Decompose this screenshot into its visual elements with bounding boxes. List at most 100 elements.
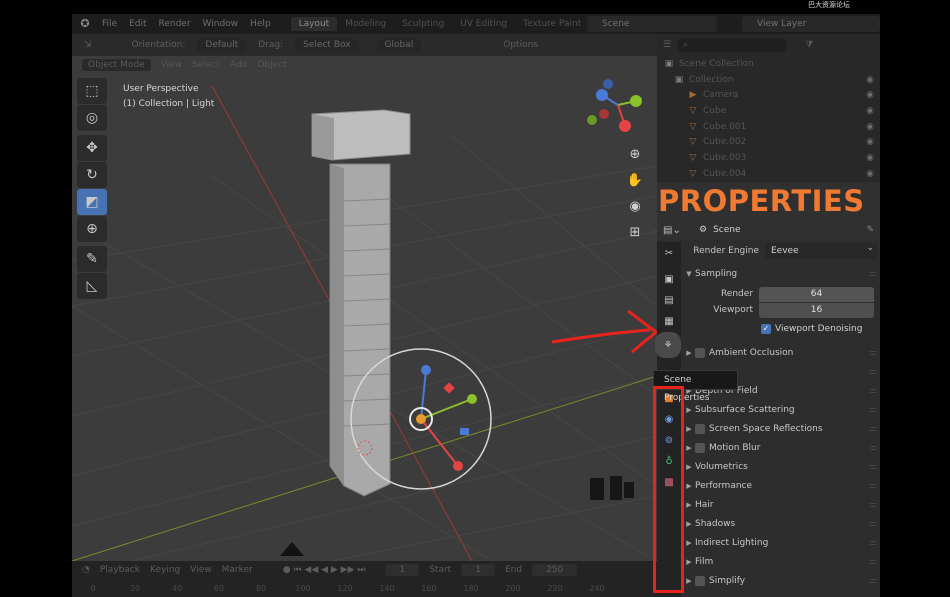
- panel-sampling[interactable]: ▼ Sampling ::::: [683, 264, 880, 283]
- viewport-denoising-checkbox[interactable]: ✓ Viewport Denoising: [761, 324, 862, 334]
- viewport-menu-object[interactable]: Object: [257, 60, 286, 70]
- output-icon[interactable]: ▤: [658, 290, 680, 310]
- grid-perspective-icon[interactable]: ⊞: [624, 221, 646, 243]
- display-mode-icon[interactable]: ☰: [663, 40, 671, 50]
- render-icon[interactable]: ▣: [658, 269, 680, 289]
- drag-grip-icon[interactable]: ::::: [869, 557, 877, 566]
- drag-grip-icon[interactable]: ::::: [869, 443, 877, 452]
- hand-pan-icon[interactable]: ✋: [624, 169, 646, 191]
- cursor-tool-icon[interactable]: ◎: [77, 105, 107, 131]
- drag-grip-icon[interactable]: ::::: [869, 538, 877, 547]
- viewport-menu-add[interactable]: Add: [230, 60, 247, 70]
- rotate-tool-icon[interactable]: ↻: [77, 162, 107, 188]
- filter-icon[interactable]: ⧩: [805, 40, 813, 50]
- tab-modeling[interactable]: Modeling: [337, 17, 394, 31]
- outliner-row[interactable]: ▣ Scene Collection: [657, 56, 880, 72]
- drag-grip-icon[interactable]: ::::: [869, 500, 877, 509]
- select-box-tool-icon[interactable]: ⬚: [77, 78, 107, 104]
- annotate-tool-icon[interactable]: ✎: [77, 246, 107, 272]
- panel-subsurface-scattering[interactable]: ▶ Subsurface Scattering ::::: [683, 400, 880, 419]
- orientation-dropdown[interactable]: Default: [197, 38, 247, 52]
- drag-dropdown[interactable]: Select Box: [295, 38, 359, 52]
- camera-view-icon[interactable]: ◉: [624, 195, 646, 217]
- timeline-menu-keying[interactable]: Keying: [150, 565, 180, 575]
- tool-icon[interactable]: ✂: [658, 243, 680, 263]
- timeline-menu-view[interactable]: View: [190, 565, 211, 575]
- render-samples-field[interactable]: 64: [759, 286, 874, 302]
- panel-screen-space-reflections[interactable]: ▶ Screen Space Reflections ::::: [683, 419, 880, 438]
- viewport-samples-field[interactable]: 16: [759, 302, 874, 318]
- enable-checkbox[interactable]: [695, 442, 705, 453]
- outliner-row[interactable]: ▽ Cube ◉: [657, 103, 880, 119]
- enable-checkbox[interactable]: [695, 347, 705, 358]
- visibility-eye-icon[interactable]: ◉: [866, 169, 874, 179]
- timeline-editor-icon[interactable]: ◔: [82, 565, 90, 575]
- blender-logo-icon[interactable]: ✪: [78, 17, 92, 31]
- transform-icon[interactable]: ⇲: [84, 40, 92, 50]
- tab-uv-editing[interactable]: UV Editing: [452, 17, 515, 31]
- visibility-eye-icon[interactable]: ◉: [866, 153, 874, 163]
- playback-controls-icon[interactable]: ● ⏮ ◀◀ ◀ ▶ ▶▶ ⏭: [283, 565, 366, 575]
- panel-shadows[interactable]: ▶ Shadows ::::: [683, 514, 880, 533]
- tab-layout[interactable]: Layout: [290, 17, 338, 31]
- transform-tool-icon[interactable]: ⊕: [77, 216, 107, 242]
- timeline-menu-playback[interactable]: Playback: [100, 565, 140, 575]
- menu-edit[interactable]: Edit: [123, 19, 152, 29]
- render-engine-dropdown[interactable]: Eevee: [765, 240, 878, 259]
- visibility-eye-icon[interactable]: ◉: [866, 122, 874, 132]
- tab-sculpting[interactable]: Sculpting: [394, 17, 452, 31]
- visibility-eye-icon[interactable]: ◉: [866, 106, 874, 116]
- view-layer-selector[interactable]: View Layer: [742, 16, 880, 32]
- panel-indirect-lighting[interactable]: ▶ Indirect Lighting ::::: [683, 533, 880, 552]
- drag-grip-icon[interactable]: ::::: [869, 386, 877, 395]
- panel-hair[interactable]: ▶ Hair ::::: [683, 495, 880, 514]
- menu-file[interactable]: File: [96, 19, 123, 29]
- enable-checkbox[interactable]: [695, 423, 705, 434]
- zoom-icon[interactable]: ⊕: [624, 143, 646, 165]
- outliner-row[interactable]: ▶ Camera ◉: [657, 87, 880, 103]
- drag-grip-icon[interactable]: ::::: [869, 462, 877, 471]
- drag-grip-icon[interactable]: ::::: [869, 519, 877, 528]
- outliner-row[interactable]: ▣ Collection ◉: [657, 72, 880, 88]
- drag-grip-icon[interactable]: ::::: [869, 481, 877, 490]
- view-layer-icon[interactable]: ▦: [658, 311, 680, 331]
- outliner-row[interactable]: ▽ Cube.001 ◉: [657, 119, 880, 135]
- menu-window[interactable]: Window: [197, 19, 245, 29]
- enable-checkbox[interactable]: [695, 575, 705, 586]
- drag-grip-icon[interactable]: ::::: [869, 367, 877, 376]
- timeline-menu-marker[interactable]: Marker: [222, 565, 253, 575]
- 3d-viewport[interactable]: Object Mode View Select Add Object User …: [72, 56, 657, 561]
- end-frame-field[interactable]: 250: [532, 564, 578, 576]
- drag-grip-icon[interactable]: ::::: [869, 424, 877, 433]
- mode-dropdown[interactable]: Object Mode: [82, 59, 151, 71]
- drag-grip-icon[interactable]: ::::: [869, 576, 877, 585]
- outliner-row[interactable]: ▽ Cube.003 ◉: [657, 150, 880, 166]
- drag-grip-icon[interactable]: ::::: [869, 269, 877, 278]
- panel-performance[interactable]: ▶ Performance ::::: [683, 476, 880, 495]
- editor-type-icon[interactable]: ▤⌄: [663, 225, 687, 236]
- options-menu[interactable]: Options: [503, 40, 538, 50]
- panel-film[interactable]: ▶ Film ::::: [683, 552, 880, 571]
- panel-motion-blur[interactable]: ▶ Motion Blur ::::: [683, 438, 880, 457]
- pin-icon[interactable]: ✎: [866, 225, 874, 235]
- outliner-row[interactable]: ▽ Cube.004 ◉: [657, 166, 880, 182]
- timeline-ruler[interactable]: 0 20 40 60 80 100 120 140 160 180 200 22…: [72, 579, 657, 597]
- panel-simplify[interactable]: ▶ Simplify ::::: [683, 571, 880, 590]
- transform-orientation-dropdown[interactable]: Global: [376, 38, 422, 52]
- scale-tool-icon[interactable]: ◩: [77, 189, 107, 215]
- scene-selector[interactable]: Scene: [587, 16, 717, 32]
- drag-grip-icon[interactable]: ::::: [869, 348, 877, 357]
- tab-texture-paint[interactable]: Texture Paint: [515, 17, 589, 31]
- viewport-menu-select[interactable]: Select: [192, 60, 220, 70]
- move-tool-icon[interactable]: ✥: [77, 135, 107, 161]
- start-frame-field[interactable]: 1: [461, 564, 495, 576]
- outliner-row[interactable]: ▽ Cube.002 ◉: [657, 134, 880, 150]
- current-frame-field[interactable]: 1: [385, 564, 420, 576]
- visibility-eye-icon[interactable]: ◉: [866, 90, 874, 100]
- outliner-search-input[interactable]: ⌕: [677, 38, 788, 52]
- scene-icon[interactable]: ⚘: [655, 332, 681, 358]
- viewport-menu-view[interactable]: View: [161, 60, 182, 70]
- panel-volumetrics[interactable]: ▶ Volumetrics ::::: [683, 457, 880, 476]
- menu-help[interactable]: Help: [244, 19, 277, 29]
- visibility-eye-icon[interactable]: ◉: [866, 75, 874, 85]
